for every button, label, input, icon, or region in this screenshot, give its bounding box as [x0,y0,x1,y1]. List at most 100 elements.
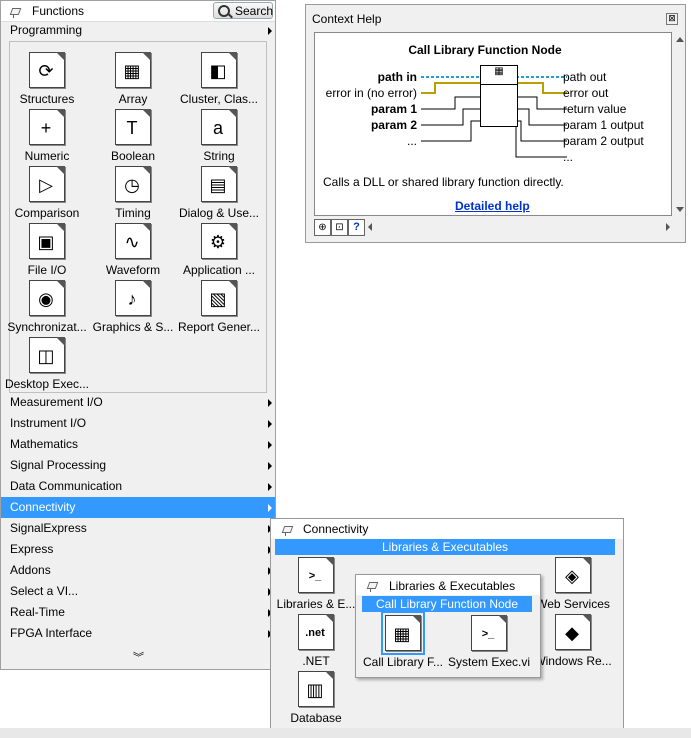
array-icon[interactable]: ▦ [115,52,151,88]
programming-label: Programming [10,23,83,37]
timing-icon[interactable]: ◷ [115,166,151,202]
palette-item[interactable]: ▦ Call Library F... [360,611,446,671]
palette-item[interactable]: ▷ Comparison [4,166,90,222]
terminal-param-1-output: param 1 output [563,118,644,132]
palette-item[interactable]: >_ System Exec.vi [446,615,532,671]
palette-item[interactable]: >_ Libraries & E... [273,557,359,613]
graphics-sound-icon[interactable]: ♪ [115,280,151,316]
category-label: Signal Processing [10,458,107,472]
libraries-title-bar: Libraries & Executables [356,575,540,595]
palette-item[interactable]: .net .NET [273,614,359,670]
search-button[interactable]: Search [213,2,273,19]
functions-palette: Functions Search Programming ⟳ Structures… [0,0,276,670]
palette-item[interactable]: ▧ Report Gener... [176,280,262,336]
category-instrument-i-o[interactable]: Instrument I/O [1,413,275,434]
dotnet-icon[interactable]: .net [298,614,334,650]
desktop-execution-icon[interactable]: ◫ [29,337,65,373]
submenu-arrow-icon [268,420,272,428]
category-signal-processing[interactable]: Signal Processing [1,455,275,476]
palette-item[interactable]: ▦ Array [90,52,176,108]
scroll-down-icon[interactable] [676,207,684,212]
palette-item[interactable]: ▤ Dialog & Use... [176,166,262,222]
scroll-left-icon[interactable] [368,223,372,231]
palette-item-label: Boolean [110,149,156,163]
system-exec-icon[interactable]: >_ [471,615,507,651]
detailed-help-link[interactable]: Detailed help [455,199,530,213]
palette-item[interactable]: a String [176,109,262,165]
category-label: Measurement I/O [10,395,103,409]
structures-icon[interactable]: ⟳ [29,52,65,88]
thumbtack-icon[interactable] [9,5,22,18]
palette-item[interactable]: ⟳ Structures [4,52,90,108]
cluster-icon[interactable]: ◧ [201,52,237,88]
icon-glyph: ◷ [124,175,140,195]
context-help-content: Call Library Function Node path in error… [314,32,684,216]
file-io-icon[interactable]: ▣ [29,223,65,259]
desktop-background [0,728,691,738]
category-fpga-interface[interactable]: FPGA Interface [1,623,275,644]
palette-item[interactable]: ◫ Desktop Exec... [4,337,90,393]
string-icon[interactable]: a [201,109,237,145]
expand-more-icon[interactable]: ︾ [133,649,144,665]
functions-title: Functions [32,4,85,18]
palette-item[interactable]: + Numeric [4,109,90,165]
lock-icon[interactable]: ⊡ [331,219,348,236]
palette-item[interactable]: ◉ Synchronizat... [4,280,90,336]
palette-item-label: Web Services [536,597,610,611]
comparison-icon[interactable]: ▷ [29,166,65,202]
icon-glyph: >_ [308,570,322,582]
application-control-icon[interactable]: ⚙ [201,223,237,259]
category-data-communication[interactable]: Data Communication [1,476,275,497]
connectivity-highlight-label: Libraries & Executables [275,539,615,555]
category-mathematics[interactable]: Mathematics [1,434,275,455]
icon-glyph: >_ [481,628,495,640]
thumbtack-icon[interactable] [281,523,294,536]
category-connectivity[interactable]: Connectivity [1,497,275,518]
terminal-more-outputs: ... [563,150,574,164]
palette-item[interactable]: ∿ Waveform [90,223,176,279]
boolean-icon[interactable]: T [115,109,151,145]
waveform-icon[interactable]: ∿ [115,223,151,259]
palette-item[interactable]: ◆ Windows Re... [530,614,616,670]
scroll-up-icon[interactable] [676,37,684,42]
help-icon[interactable]: ? [348,219,365,236]
windows-registry-icon[interactable]: ◆ [555,614,591,650]
show-optional-terminals-icon[interactable]: ⊕ [314,219,331,236]
palette-item[interactable]: ◈ Web Services [530,557,616,613]
palette-item-label: Windows Re... [534,654,612,668]
category-addons[interactable]: Addons [1,560,275,581]
functions-title-bar: Functions Search [1,1,275,22]
category-express[interactable]: Express [1,539,275,560]
scroll-right-icon[interactable] [666,223,670,231]
palette-item-label: Libraries & E... [276,597,356,611]
icon-glyph: a [212,118,223,138]
report-generation-icon[interactable]: ▧ [201,280,237,316]
category-measurement-i-o[interactable]: Measurement I/O [1,392,275,413]
call-library-icon[interactable]: ▦ [381,611,425,655]
web-services-icon[interactable]: ◈ [555,557,591,593]
terminal-error-out: error out [563,86,609,100]
palette-item[interactable]: ◷ Timing [90,166,176,222]
palette-item-label: .NET [302,654,330,668]
palette-item[interactable]: ⚙ Application ... [176,223,262,279]
database-icon[interactable]: ▥ [298,671,334,707]
icon-glyph: ◆ [565,623,579,643]
numeric-icon[interactable]: + [29,109,65,145]
libraries-executables-icon[interactable]: >_ [298,557,334,593]
palette-item[interactable]: ▣ File I/O [4,223,90,279]
synchronization-icon[interactable]: ◉ [29,280,65,316]
context-help-scrollbar[interactable] [673,33,687,215]
libraries-title: Libraries & Executables [389,579,516,593]
palette-item[interactable]: ▥ Database [273,671,359,727]
category-signalexpress[interactable]: SignalExpress [1,518,275,539]
palette-item[interactable]: ♪ Graphics & S... [90,280,176,336]
programming-category[interactable]: Programming [1,21,275,41]
thumbtack-icon[interactable] [366,579,379,592]
close-icon[interactable]: ⊠ [666,13,678,25]
dialog-icon[interactable]: ▤ [201,166,237,202]
context-help-title: Context Help [312,12,382,26]
palette-item[interactable]: ◧ Cluster, Clas... [176,52,262,108]
category-real-time[interactable]: Real-Time [1,602,275,623]
category-select-a-vi[interactable]: Select a VI... [1,581,275,602]
palette-item[interactable]: T Boolean [90,109,176,165]
